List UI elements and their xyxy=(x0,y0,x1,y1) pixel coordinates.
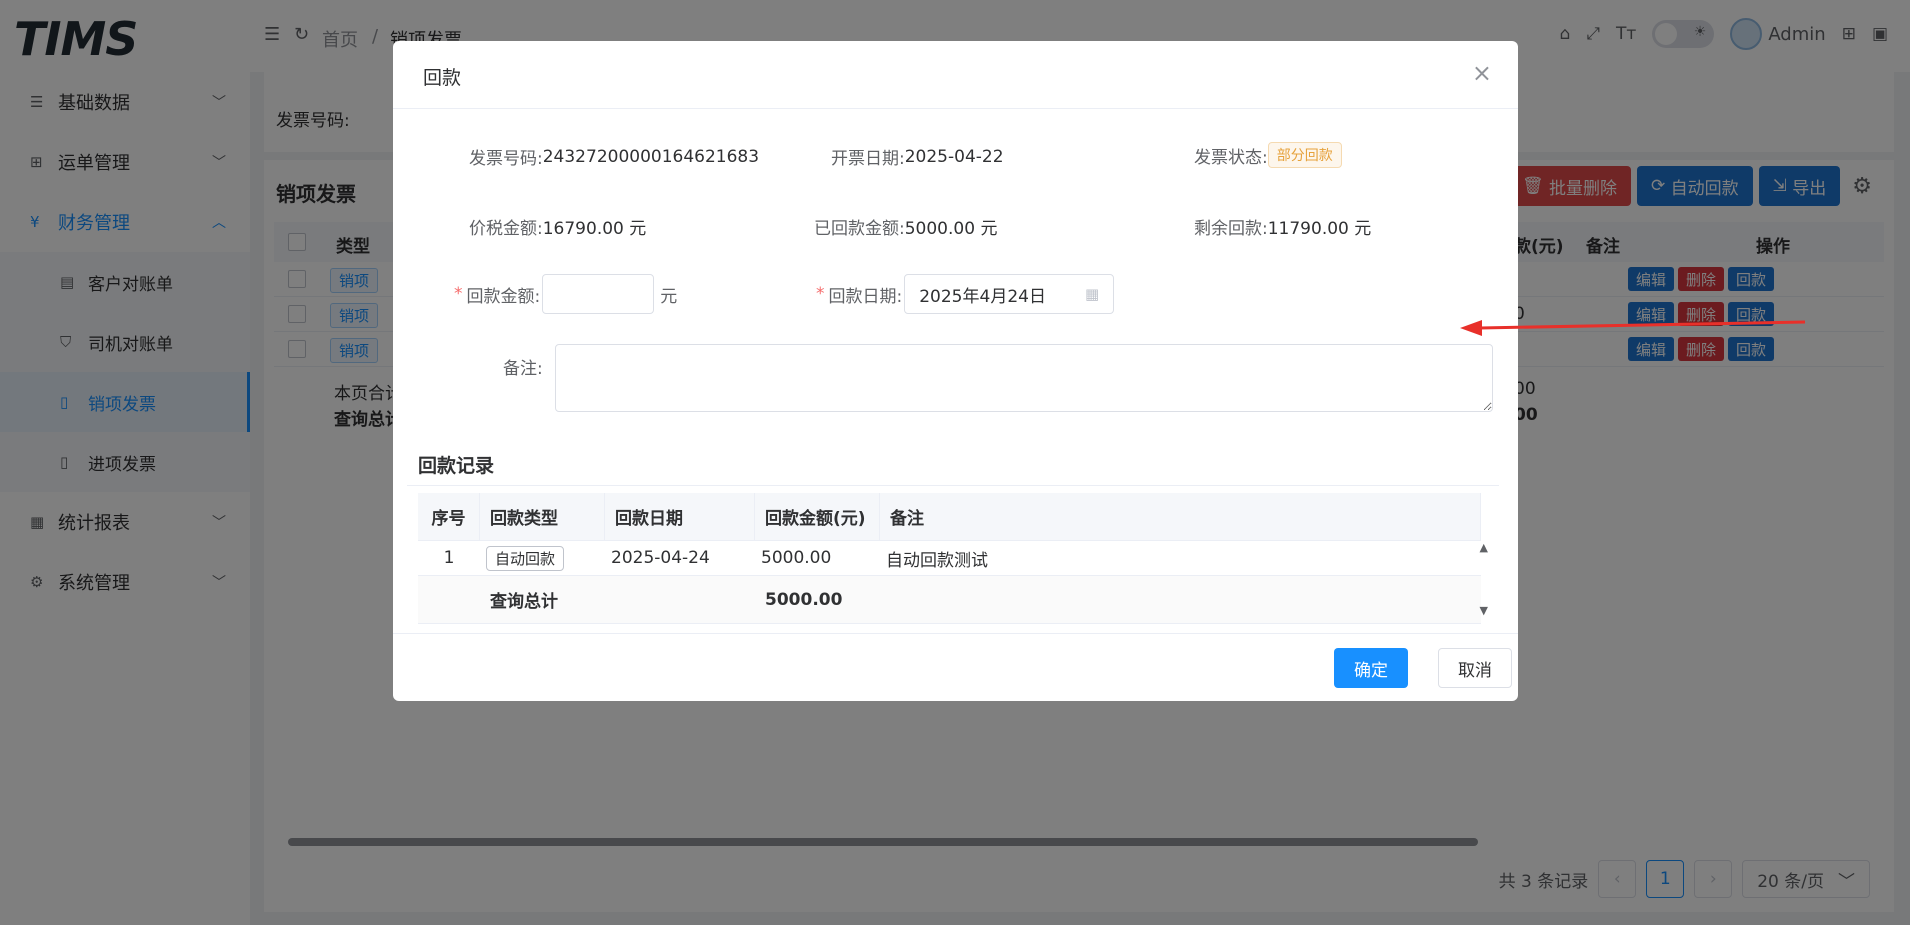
issue-date-label: 开票日期: xyxy=(831,149,905,169)
status-field: 发票状态: 部分回款 xyxy=(1194,142,1342,168)
calendar-icon: ▦ xyxy=(1085,285,1100,303)
tax-amount-field: 价税金额: 16790.00 元 xyxy=(469,214,646,239)
scroll-down-icon[interactable]: ▼ xyxy=(1480,604,1488,617)
column-header-remark: 备注 xyxy=(880,493,1481,540)
records-table-header: 序号 回款类型 回款日期 回款金额(元) 备注 xyxy=(418,493,1481,541)
close-icon[interactable]: × xyxy=(1472,59,1492,87)
required-asterisk: * xyxy=(454,284,463,304)
remaining-label: 剩余回款: xyxy=(1194,219,1268,239)
column-header-seq: 序号 xyxy=(418,493,480,540)
column-header-date: 回款日期 xyxy=(605,493,755,540)
paid-amount-field: 已回款金额: 5000.00 元 xyxy=(814,214,997,239)
remaining-field: 剩余回款: 11790.00 元 xyxy=(1194,214,1371,239)
confirm-button[interactable]: 确定 xyxy=(1334,648,1408,688)
remark-label: 备注: xyxy=(503,359,543,379)
column-header-type: 回款类型 xyxy=(480,493,605,540)
invoice-no-field: 发票号码: 24327200000164621683 xyxy=(469,144,760,170)
payback-date-field: * 回款日期: 2025年4月24日 ▦ xyxy=(816,274,1115,314)
payback-amount-label: 回款金额: xyxy=(466,286,541,307)
status-label: 发票状态: xyxy=(1194,147,1268,168)
invoice-no-label: 发票号码: xyxy=(469,149,543,169)
payback-date-label: 回款日期: xyxy=(828,286,903,307)
paid-amount-value: 5000.00 元 xyxy=(904,219,998,239)
remark-textarea[interactable] xyxy=(555,344,1493,412)
records-total-label: 查询总计 xyxy=(490,592,558,612)
tax-amount-label: 价税金额: xyxy=(469,219,543,239)
issue-date-field: 开票日期: 2025-04-22 xyxy=(831,144,1004,170)
payback-amount-input[interactable] xyxy=(542,274,655,314)
records-title: 回款记录 xyxy=(418,455,495,477)
column-header-amount: 回款金额(元) xyxy=(755,493,880,540)
payback-records-table: 序号 回款类型 回款日期 回款金额(元) 备注 1 自动回款 2025-04-2… xyxy=(418,493,1481,624)
issue-date-value: 2025-04-22 xyxy=(904,146,1004,167)
dialog-title: 回款 xyxy=(423,67,462,89)
invoice-no-value: 24327200000164621683 xyxy=(542,146,760,167)
paid-amount-label: 已回款金额: xyxy=(814,219,905,239)
required-asterisk: * xyxy=(816,284,825,304)
record-date: 2025-04-24 xyxy=(611,548,710,568)
cancel-button[interactable]: 取消 xyxy=(1438,648,1512,688)
payback-date-picker[interactable]: 2025年4月24日 ▦ xyxy=(904,274,1115,314)
dialog-footer: 确定 取消 xyxy=(393,633,1518,701)
remark-field: 备注: xyxy=(503,354,543,379)
unit-label: 元 xyxy=(660,286,678,307)
payback-date-value: 2025年4月24日 xyxy=(919,286,1046,307)
tax-amount-value: 16790.00 元 xyxy=(542,219,647,239)
records-summary-row: 查询总计 5000.00 xyxy=(418,576,1481,624)
record-amount: 5000.00 xyxy=(761,548,832,568)
record-remark: 自动回款测试 xyxy=(886,550,988,571)
records-total-value: 5000.00 xyxy=(765,589,843,610)
section-divider xyxy=(407,485,1499,486)
remaining-value: 11790.00 元 xyxy=(1267,219,1372,239)
dialog-header: 回款 × xyxy=(393,41,1518,109)
status-badge: 部分回款 xyxy=(1267,142,1342,168)
record-type-tag: 自动回款 xyxy=(486,545,565,571)
payback-dialog: 回款 × 发票号码: 24327200000164621683 开票日期: 20… xyxy=(393,41,1518,701)
scroll-up-icon[interactable]: ▲ xyxy=(1480,541,1488,554)
annotation-arrow xyxy=(1460,320,1806,336)
payback-amount-field: * 回款金额: 元 xyxy=(454,274,677,314)
table-row: 1 自动回款 2025-04-24 5000.00 自动回款测试 xyxy=(418,541,1481,576)
record-seq: 1 xyxy=(443,548,455,568)
